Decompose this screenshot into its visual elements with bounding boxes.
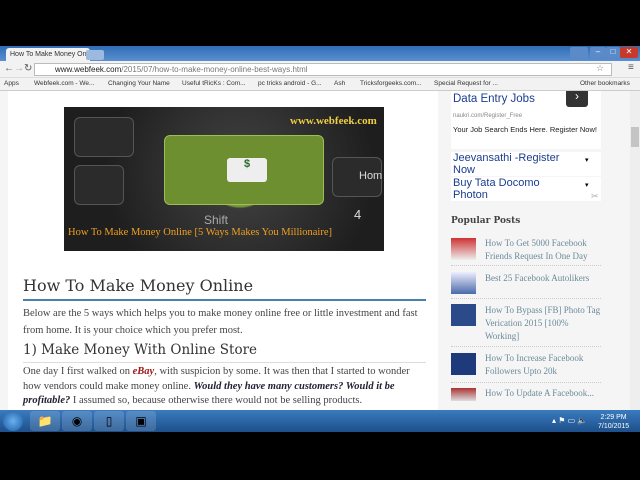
- divider: [23, 362, 426, 363]
- post-thumbnail[interactable]: [451, 353, 476, 375]
- tray-icons[interactable]: ▴ ⚑ ▭ 🔈: [552, 416, 587, 425]
- section-heading: 1) Make Money With Online Store: [23, 342, 258, 358]
- article: Hom $ www.webfeek.com Shift 4 How To Mak…: [8, 91, 438, 410]
- tab-active[interactable]: How To Make Money Onl ✕: [6, 48, 90, 61]
- maximize-button[interactable]: □: [606, 47, 620, 58]
- minimize-button[interactable]: –: [590, 47, 606, 58]
- post-thumbnail[interactable]: [451, 388, 476, 401]
- tab-title: How To Make Money Onl: [10, 51, 89, 58]
- intro-text: Below are the 5 ways which helps you to …: [23, 308, 418, 336]
- site-watermark: www.webfeek.com: [290, 115, 377, 127]
- bookmark[interactable]: Tricksforgeeks.com...: [360, 80, 422, 87]
- bookmark-apps[interactable]: Apps: [4, 80, 19, 87]
- key-label: Hom: [359, 170, 383, 182]
- adchoices-icon[interactable]: ✂: [591, 191, 599, 202]
- browser-window: How To Make Money Onl ✕ – □ ✕ ← → ↻ www.…: [0, 46, 640, 410]
- money-icon: $: [227, 158, 267, 182]
- divider: [23, 299, 426, 301]
- hero-image: Hom $ www.webfeek.com Shift 4 How To Mak…: [64, 107, 384, 251]
- ad-description: Your Job Search Ends Here. Register Now!: [453, 125, 597, 134]
- bookmark[interactable]: Webfeek.com - We...: [34, 80, 94, 87]
- ad-link[interactable]: Buy Tata Docomo Photon ▾: [451, 177, 601, 201]
- scrollbar[interactable]: [630, 91, 640, 410]
- close-button[interactable]: ✕: [620, 47, 638, 58]
- article-title: How To Make Money Online: [23, 276, 254, 295]
- popular-post-link[interactable]: How To Bypass [FB] Photo Tag Verication …: [485, 304, 603, 343]
- ad-title[interactable]: Data Entry Jobs: [453, 93, 535, 105]
- popular-post-link[interactable]: How To Update A Facebook...: [485, 387, 603, 400]
- popular-post-link[interactable]: How To Increase Facebook Followers Upto …: [485, 352, 603, 378]
- ebay-link[interactable]: eBay: [133, 366, 155, 377]
- post-thumbnail[interactable]: [451, 238, 476, 260]
- address-bar[interactable]: www.webfeek.com/2015/07/how-to-make-mone…: [34, 63, 612, 76]
- post-thumbnail[interactable]: [451, 272, 476, 294]
- popular-posts-heading: Popular Posts: [451, 216, 521, 226]
- ad-link[interactable]: Jeevansathi -Register Now ▾: [451, 152, 601, 176]
- star-icon[interactable]: ☆: [596, 63, 604, 74]
- toolbar: ← → ↻ www.webfeek.com/2015/07/how-to-mak…: [0, 61, 640, 78]
- start-button[interactable]: [3, 411, 23, 431]
- new-tab-button[interactable]: [86, 50, 104, 60]
- paragraph: One day I first walked on eBay, with sus…: [23, 366, 410, 406]
- forward-icon[interactable]: →: [14, 63, 24, 74]
- chrome-icon[interactable]: ◉: [62, 411, 92, 431]
- bookmark[interactable]: Changing Your Name: [108, 80, 170, 87]
- tab-bar: How To Make Money Onl ✕ – □ ✕: [0, 46, 640, 61]
- bookmark-other[interactable]: Other bookmarks: [580, 80, 630, 87]
- app-icon[interactable]: ▯: [94, 411, 124, 431]
- popular-post-link[interactable]: How To Get 5000 Facebook Friends Request…: [485, 237, 603, 263]
- bookmark[interactable]: Ash: [334, 80, 345, 87]
- key-label: 4: [354, 207, 362, 222]
- ad-url: naukri.com/Register_Free: [453, 113, 523, 119]
- sidebar: Data Entry Jobs › naukri.com/Register_Fr…: [445, 91, 605, 410]
- recorder-icon[interactable]: ▣: [126, 411, 156, 431]
- ad-box[interactable]: Data Entry Jobs › naukri.com/Register_Fr…: [451, 91, 601, 149]
- post-thumbnail[interactable]: [451, 304, 476, 326]
- hero-caption: How To Make Money Online [5 Ways Makes Y…: [68, 227, 333, 238]
- clock[interactable]: 2:29 PM 7/10/2015: [598, 413, 629, 431]
- popular-post-link[interactable]: Best 25 Facebook Autolikers: [485, 272, 603, 285]
- bookmark[interactable]: Special Request for ...: [434, 80, 498, 87]
- scrollbar-thumb[interactable]: [631, 127, 639, 147]
- key-label: Shift: [204, 213, 229, 227]
- bookmark[interactable]: Useful tRicKs : Com...: [182, 80, 246, 87]
- bookmarks-bar: Apps Webfeek.com - We... Changing Your N…: [0, 78, 640, 91]
- back-icon[interactable]: ←: [4, 63, 14, 74]
- page-content: Hom $ www.webfeek.com Shift 4 How To Mak…: [0, 91, 630, 410]
- menu-icon[interactable]: ≡: [628, 62, 634, 73]
- explorer-icon[interactable]: 📁: [30, 411, 60, 431]
- reload-icon[interactable]: ↻: [24, 63, 32, 74]
- taskbar: 📁 ◉ ▯ ▣ ▴ ⚑ ▭ 🔈 2:29 PM 7/10/2015: [0, 410, 640, 432]
- chevron-right-icon[interactable]: ›: [566, 91, 588, 107]
- user-icon[interactable]: [570, 47, 588, 58]
- bookmark[interactable]: pc tricks android - G...: [258, 80, 322, 87]
